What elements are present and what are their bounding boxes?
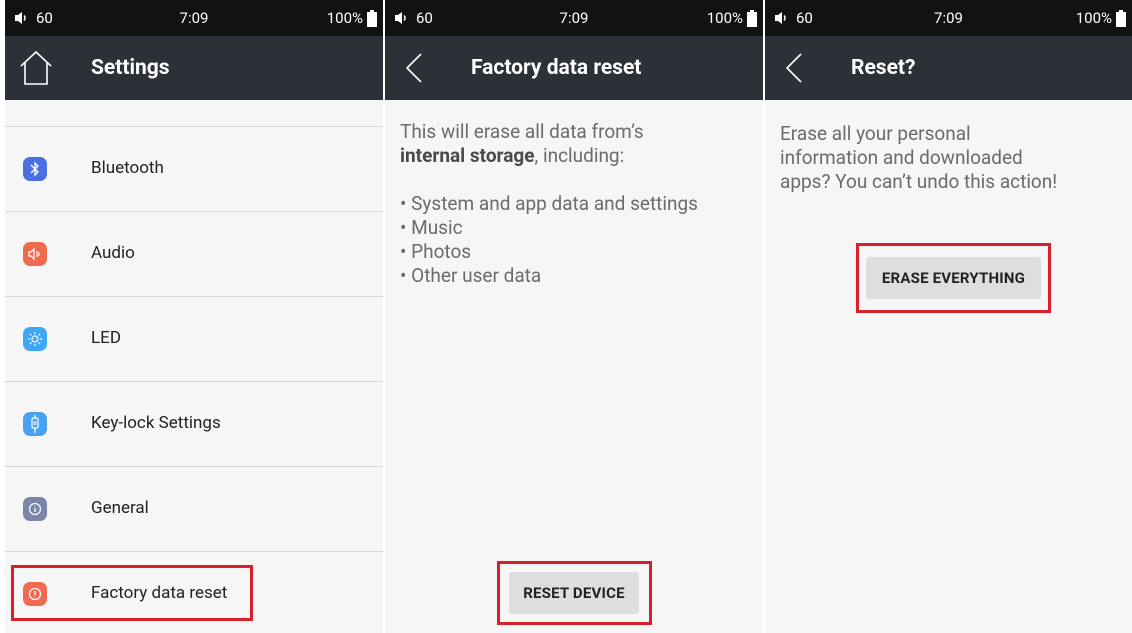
factory-reset-screen: 60 7:09 100% Factory data reset This wil… (385, 0, 763, 633)
battery-icon (747, 9, 757, 27)
reset-confirm-screen: 60 7:09 100% Reset? Erase all your perso… (765, 0, 1132, 633)
page-title: Settings (91, 56, 170, 80)
settings-item-bluetooth[interactable]: Bluetooth (5, 126, 383, 211)
back-icon[interactable] (779, 50, 813, 86)
speaker-icon (23, 242, 47, 266)
page-title: Factory data reset (471, 56, 642, 80)
back-icon[interactable] (399, 50, 433, 86)
status-bar: 60 7:09 100% (385, 0, 763, 36)
settings-item-general[interactable]: General (5, 466, 383, 551)
battery-percent: 100% (326, 9, 363, 27)
settings-list: Bluetooth Audio LED Key-lock Settings Ge… (5, 126, 383, 633)
warning-line: Erase all your personal (780, 122, 971, 145)
warning-line: information and downloaded (780, 146, 1023, 169)
bluetooth-icon (23, 157, 47, 181)
settings-item-led[interactable]: LED (5, 296, 383, 381)
settings-item-key-lock[interactable]: Key-lock Settings (5, 381, 383, 466)
list-item: • System and app data and settings (400, 192, 698, 215)
home-icon[interactable] (19, 50, 53, 86)
settings-item-label: General (91, 498, 149, 518)
status-bar: 60 7:09 100% (765, 0, 1132, 36)
reset-warning: Erase all your personal information and … (780, 122, 1132, 194)
warning-line: apps? You can’t undo this action! (780, 170, 1058, 193)
battery-icon (1116, 9, 1126, 27)
battery-indicator: 100% (327, 9, 377, 27)
battery-icon (367, 9, 377, 27)
highlight-box (856, 243, 1051, 313)
status-bar: 60 7:09 100% (5, 0, 383, 36)
app-bar: Factory data reset (385, 36, 763, 100)
page-title: Reset? (851, 56, 916, 80)
settings-item-label: Audio (91, 243, 135, 263)
app-bar: Settings (5, 36, 383, 100)
key-lock-icon (23, 412, 47, 436)
settings-item-label: Bluetooth (91, 158, 164, 178)
battery-indicator: 100% (1076, 9, 1126, 27)
list-item: • Photos (400, 240, 472, 263)
settings-screen: 60 7:09 100% Settings Bluetooth Audio LE… (5, 0, 383, 633)
list-item: • Other user data (400, 264, 542, 287)
sun-icon (23, 327, 47, 351)
intro-suffix-text: , including: (534, 144, 625, 167)
battery-percent: 100% (706, 9, 743, 27)
list-item: • Music (400, 216, 463, 239)
reset-description: This will erase all data from’s internal… (400, 120, 753, 168)
settings-item-label: Key-lock Settings (91, 413, 221, 433)
settings-item-audio[interactable]: Audio (5, 211, 383, 296)
intro-bold-text: internal storage (400, 144, 535, 167)
highlight-box (497, 561, 652, 625)
erase-list: • System and app data and settings • Mus… (400, 192, 698, 288)
intro-text: This will erase all data from’s (400, 120, 644, 143)
settings-item-label: LED (91, 328, 121, 348)
battery-percent: 100% (1075, 9, 1112, 27)
app-bar: Reset? (765, 36, 1132, 100)
battery-indicator: 100% (707, 9, 757, 27)
highlight-box (11, 565, 253, 621)
info-icon (23, 497, 47, 521)
